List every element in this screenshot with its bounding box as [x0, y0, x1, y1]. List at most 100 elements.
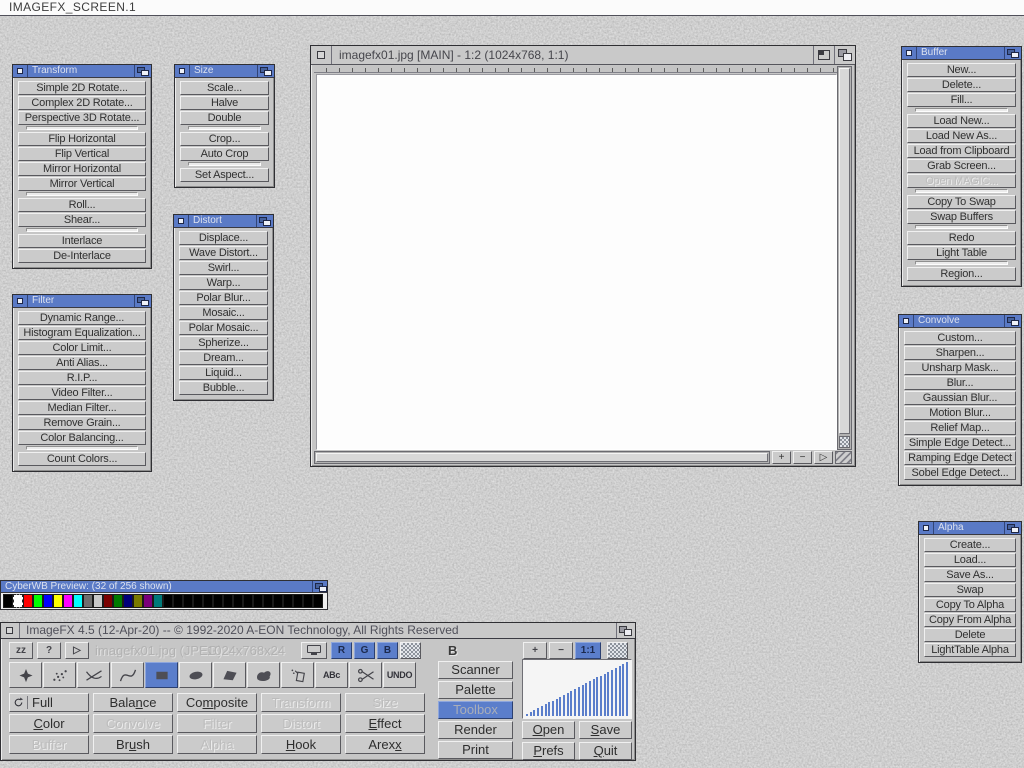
- tool-pointer-button[interactable]: [9, 662, 42, 688]
- menu-button-load-from-clipboard[interactable]: Load from Clipboard: [907, 144, 1016, 158]
- menu-button-mirror-horizontal[interactable]: Mirror Horizontal: [18, 162, 146, 176]
- menu-button-bubble[interactable]: Bubble...: [179, 381, 268, 395]
- tool-curve-button[interactable]: [111, 662, 144, 688]
- menu-button-video-filter[interactable]: Video Filter...: [18, 386, 146, 400]
- menu-button-create[interactable]: Create...: [924, 538, 1016, 552]
- color-swatch-14[interactable]: [143, 594, 153, 608]
- channel-alpha-button[interactable]: [400, 642, 421, 659]
- menu-button-swap-buffers[interactable]: Swap Buffers: [907, 210, 1016, 224]
- depth-icon[interactable]: [134, 65, 151, 77]
- color-swatch-31[interactable]: [313, 594, 323, 608]
- view-zoom-in-button[interactable]: +: [523, 642, 547, 659]
- color-swatch-8[interactable]: [83, 594, 93, 608]
- menu-button-load-new[interactable]: Load New...: [907, 114, 1016, 128]
- menu-button-remove-grain[interactable]: Remove Grain...: [18, 416, 146, 430]
- menu-button-liquid[interactable]: Liquid...: [179, 366, 268, 380]
- mode-button-print[interactable]: Print: [438, 741, 513, 759]
- tool-airbrush-button[interactable]: [43, 662, 76, 688]
- menu-button-perspective-3d-rotate[interactable]: Perspective 3D Rotate...: [18, 111, 146, 125]
- menu-button-simple-edge-detect[interactable]: Simple Edge Detect...: [904, 436, 1016, 450]
- color-swatch-3[interactable]: [33, 594, 43, 608]
- color-swatch-25[interactable]: [253, 594, 263, 608]
- color-swatch-9[interactable]: [93, 594, 103, 608]
- menu-button-ramping-edge-detect[interactable]: Ramping Edge Detect: [904, 451, 1016, 465]
- vertical-scrollbar[interactable]: [837, 66, 852, 450]
- save-button[interactable]: Save: [579, 721, 632, 739]
- menu-button-load[interactable]: Load...: [924, 553, 1016, 567]
- menu-button-flip-horizontal[interactable]: Flip Horizontal: [18, 132, 146, 146]
- panel-titlebar[interactable]: Filter: [13, 295, 151, 308]
- mode-button-scanner[interactable]: Scanner: [438, 661, 513, 679]
- menu-button-wave-distort[interactable]: Wave Distort...: [179, 246, 268, 260]
- menu-button-count-colors[interactable]: Count Colors...: [18, 452, 146, 466]
- menu-button-delete[interactable]: Delete...: [907, 78, 1016, 92]
- prefs-button[interactable]: Prefs: [522, 742, 575, 760]
- menu-button-copy-from-alpha[interactable]: Copy From Alpha: [924, 613, 1016, 627]
- menu-button-color-limit[interactable]: Color Limit...: [18, 341, 146, 355]
- panel-titlebar[interactable]: Transform: [13, 65, 151, 78]
- tool-freehand-button[interactable]: [247, 662, 280, 688]
- color-swatch-19[interactable]: [193, 594, 203, 608]
- color-swatch-30[interactable]: [303, 594, 313, 608]
- image-window-titlebar[interactable]: imagefx01.jpg [MAIN] - 1:2 (1024x768, 1:…: [311, 46, 855, 65]
- color-swatch-1[interactable]: [13, 594, 23, 608]
- color-swatch-12[interactable]: [123, 594, 133, 608]
- channel-green-button[interactable]: G: [354, 642, 375, 659]
- menu-button-simple-2d-rotate[interactable]: Simple 2D Rotate...: [18, 81, 146, 95]
- menu-button-mosaic[interactable]: Mosaic...: [179, 306, 268, 320]
- color-swatch-28[interactable]: [283, 594, 293, 608]
- menu-button-shear[interactable]: Shear...: [18, 213, 146, 227]
- display-mode-button[interactable]: [301, 642, 327, 659]
- color-swatch-13[interactable]: [133, 594, 143, 608]
- zoom-in-button[interactable]: +: [772, 451, 791, 464]
- color-swatch-24[interactable]: [243, 594, 253, 608]
- menu-button-new[interactable]: New...: [907, 63, 1016, 77]
- panel-button-color[interactable]: Color: [9, 714, 89, 733]
- depth-icon[interactable]: [312, 581, 327, 592]
- menu-button-redo[interactable]: Redo: [907, 231, 1016, 245]
- close-icon[interactable]: [13, 295, 28, 307]
- menu-button-interlace[interactable]: Interlace: [18, 234, 146, 248]
- scrollbar-end-gadget[interactable]: [839, 436, 850, 448]
- tool-scissors-button[interactable]: [349, 662, 382, 688]
- menu-button-swirl[interactable]: Swirl...: [179, 261, 268, 275]
- play-button[interactable]: ▷: [65, 642, 89, 659]
- panel-titlebar[interactable]: Distort: [174, 215, 273, 228]
- close-icon[interactable]: [902, 47, 917, 59]
- panel-button-brush[interactable]: Brush: [93, 735, 173, 754]
- tool-oval-button[interactable]: [179, 662, 212, 688]
- menu-button-median-filter[interactable]: Median Filter...: [18, 401, 146, 415]
- menu-button-copy-to-alpha[interactable]: Copy To Alpha: [924, 598, 1016, 612]
- pan-button[interactable]: ▷: [814, 451, 833, 464]
- palette-window-titlebar[interactable]: CyberWB Preview: (32 of 256 shown): [1, 581, 327, 593]
- color-swatch-5[interactable]: [53, 594, 63, 608]
- menu-button-region[interactable]: Region...: [907, 267, 1016, 281]
- zoom-out-button[interactable]: −: [793, 451, 812, 464]
- tool-text-button[interactable]: ABc: [315, 662, 348, 688]
- menu-button-histogram-equalization[interactable]: Histogram Equalization...: [18, 326, 146, 340]
- quit-button[interactable]: Quit: [579, 742, 632, 760]
- depth-icon[interactable]: [834, 46, 855, 64]
- depth-icon[interactable]: [257, 65, 274, 77]
- menu-button-relief-map[interactable]: Relief Map...: [904, 421, 1016, 435]
- menu-button-gaussian-blur[interactable]: Gaussian Blur...: [904, 391, 1016, 405]
- panel-button-hook[interactable]: Hook: [261, 735, 341, 754]
- panel-button-arexx[interactable]: Arexx: [345, 735, 425, 754]
- color-swatch-6[interactable]: [63, 594, 73, 608]
- color-swatch-7[interactable]: [73, 594, 83, 608]
- panel-titlebar[interactable]: Alpha: [919, 522, 1021, 535]
- panel-button-effect[interactable]: Effect: [345, 714, 425, 733]
- menu-button-copy-to-swap[interactable]: Copy To Swap: [907, 195, 1016, 209]
- panel-titlebar[interactable]: Size: [175, 65, 274, 78]
- color-swatch-29[interactable]: [293, 594, 303, 608]
- color-swatch-15[interactable]: [153, 594, 163, 608]
- menu-button-motion-blur[interactable]: Motion Blur...: [904, 406, 1016, 420]
- close-icon[interactable]: [311, 46, 332, 64]
- depth-icon[interactable]: [1004, 522, 1021, 534]
- menu-button-blur[interactable]: Blur...: [904, 376, 1016, 390]
- menu-button-complex-2d-rotate[interactable]: Complex 2D Rotate...: [18, 96, 146, 110]
- menu-button-sobel-edge-detect[interactable]: Sobel Edge Detect...: [904, 466, 1016, 480]
- resize-corner-icon[interactable]: [835, 451, 852, 464]
- close-icon[interactable]: [1, 623, 20, 638]
- close-icon[interactable]: [919, 522, 934, 534]
